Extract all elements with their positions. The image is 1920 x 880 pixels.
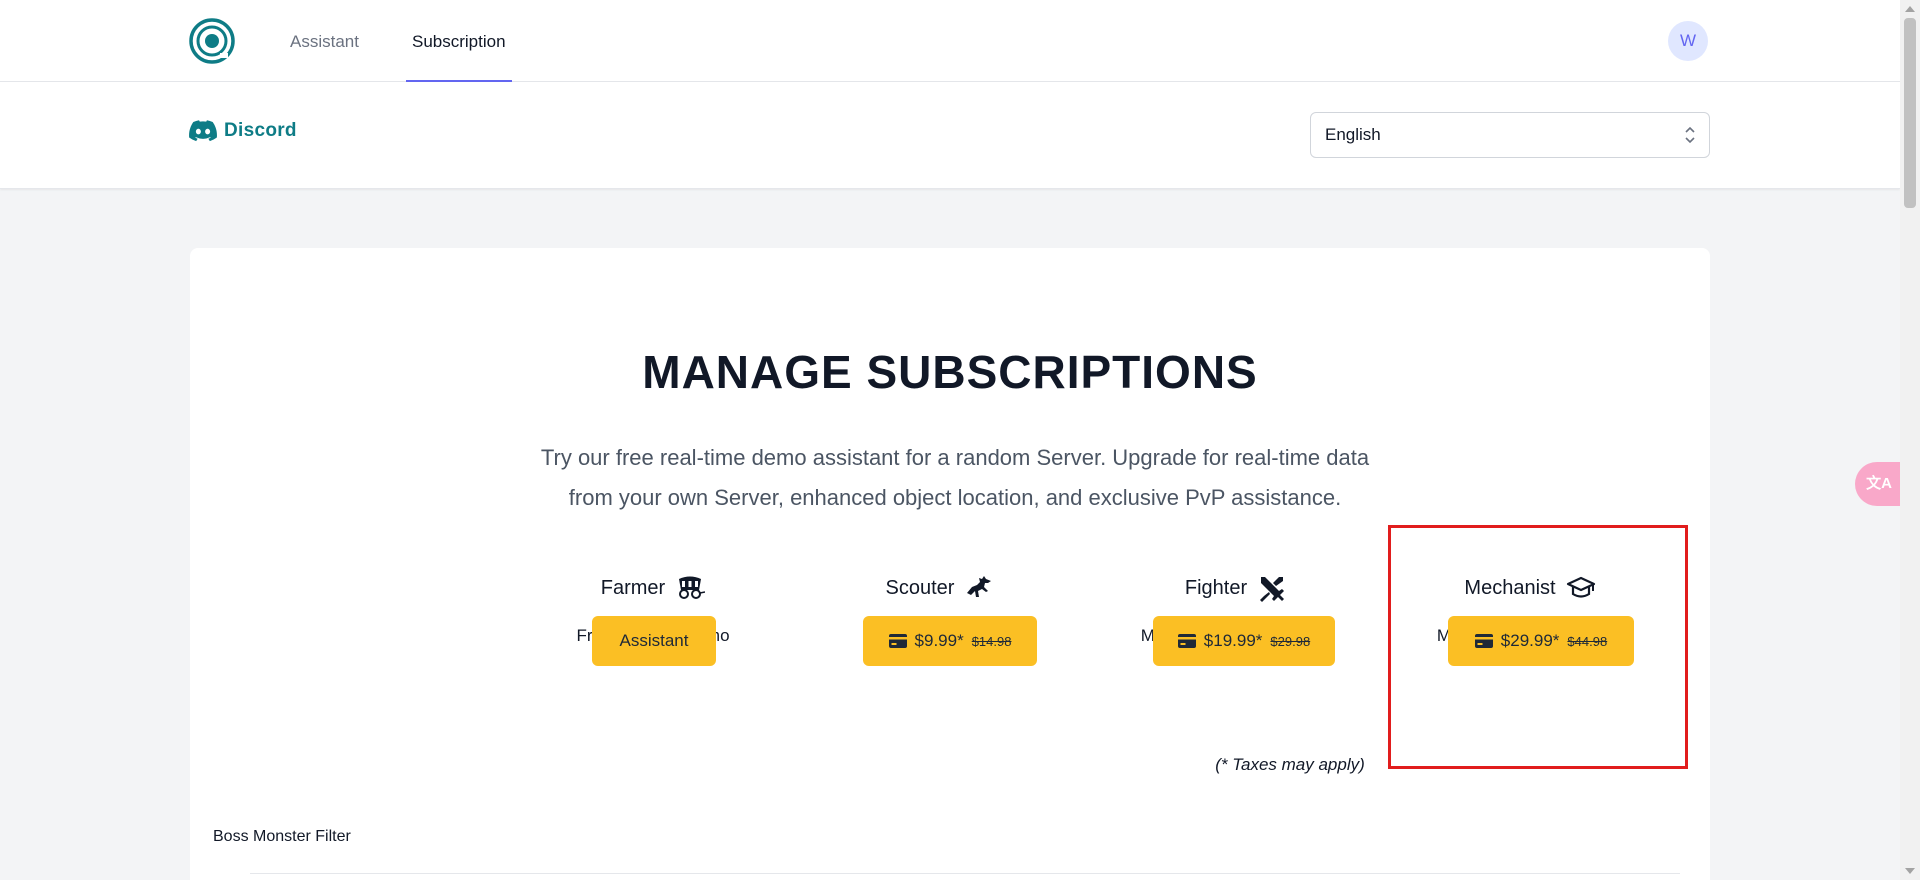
top-nav: Assistant Subscription W xyxy=(0,0,1900,82)
price: $19.99* xyxy=(1203,631,1263,650)
wagon-icon xyxy=(679,576,706,599)
credit-card-icon xyxy=(1177,634,1196,648)
scroll-thumb[interactable] xyxy=(1904,18,1916,208)
scroll-up-arrow-icon[interactable] xyxy=(1905,6,1915,12)
assistant-button[interactable]: Assistant xyxy=(592,616,716,666)
highlight-box xyxy=(1388,525,1688,769)
discord-link[interactable]: Discord xyxy=(188,116,297,146)
tab-subscription[interactable]: Subscription xyxy=(406,0,512,82)
old-price: $14.98 xyxy=(971,633,1012,649)
page-description: Try our free real-time demo assistant fo… xyxy=(540,445,1370,510)
page-title: MANAGE SUBSCRIPTIONS xyxy=(642,346,1258,398)
assistant-button-label: Assistant xyxy=(619,631,689,650)
horse-rider-icon xyxy=(967,576,992,597)
credit-card-icon xyxy=(888,634,907,648)
scroll-down-arrow-icon[interactable] xyxy=(1905,868,1915,874)
plan-name: Farmer xyxy=(600,576,666,599)
language-value: English xyxy=(1325,125,1381,144)
tab-assistant[interactable]: Assistant xyxy=(290,0,359,82)
fighter-subscribe-button[interactable]: $19.99* $29.98 xyxy=(1153,616,1335,666)
translate-widget-icon[interactable]: 文A xyxy=(1855,462,1903,506)
discord-icon xyxy=(189,120,217,142)
boss-monster-filter-label[interactable]: Boss Monster Filter xyxy=(213,828,351,846)
scouter-subscribe-button[interactable]: $9.99* $14.98 xyxy=(863,616,1037,666)
user-avatar[interactable]: W xyxy=(1668,21,1708,61)
old-price: $29.98 xyxy=(1270,633,1311,649)
plan-name: Scouter xyxy=(885,576,955,599)
scrollbar[interactable] xyxy=(1900,0,1920,880)
app-logo-icon[interactable] xyxy=(188,17,236,65)
language-select[interactable]: English xyxy=(1310,112,1710,158)
secondary-bar: Discord English xyxy=(0,82,1900,189)
price: $9.99* xyxy=(914,631,964,650)
plan-name: Fighter xyxy=(1184,576,1248,599)
discord-label: Discord xyxy=(224,120,297,141)
divider xyxy=(250,873,1680,874)
crossed-swords-icon xyxy=(1260,577,1285,602)
select-chevrons-icon xyxy=(1685,126,1695,144)
